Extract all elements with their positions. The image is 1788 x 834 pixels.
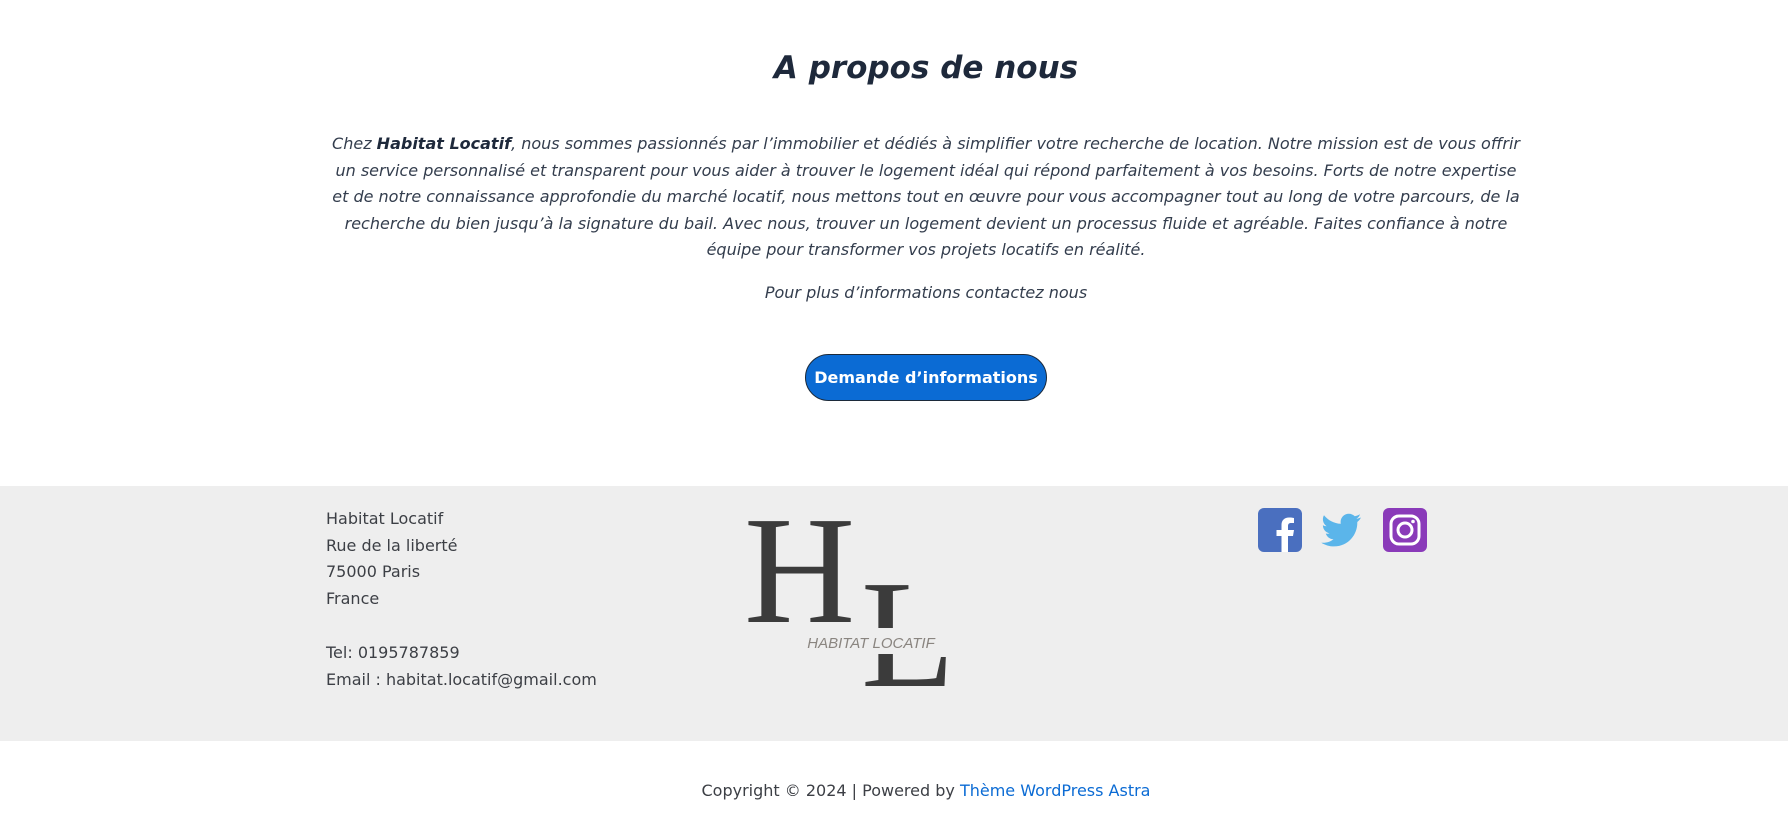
address-company: Habitat Locatif — [326, 509, 444, 528]
address-country: France — [326, 588, 380, 608]
footer-bottom-bar: Copyright © 2024 | Powered by Thème Word… — [0, 741, 1788, 834]
address-street: Rue de la liberté — [326, 535, 458, 555]
address-spacer — [326, 612, 597, 640]
page-title: A propos de nous — [773, 50, 1079, 86]
logo-monogram-l: L — [861, 550, 955, 690]
contact-line: Pour plus d’informations contactez nous — [764, 283, 1088, 302]
twitter-icon[interactable] — [1319, 508, 1363, 552]
address-phone: Tel: 0195787859 — [326, 643, 460, 662]
about-section: A propos de nous Chez Habitat Locatif, n… — [0, 0, 1788, 486]
habitat-locatif-logo: H L HABITAT LOCATIF — [748, 508, 955, 690]
astra-theme-link[interactable]: Thème WordPress Astra — [960, 781, 1151, 800]
intro-body: , nous sommes passionnés par l’immobilie… — [332, 134, 1520, 259]
copyright-text: Copyright © 2024 | Powered by — [701, 781, 960, 800]
copyright: Copyright © 2024 | Powered by Thème Word… — [0, 781, 1788, 800]
company-name: Habitat Locatif — [376, 134, 512, 153]
instagram-icon[interactable] — [1383, 508, 1427, 552]
information-request-button[interactable]: Demande d’informations — [805, 354, 1047, 401]
facebook-icon[interactable] — [1258, 508, 1302, 552]
footer-address: Habitat Locatif Rue de la liberté 75000 … — [326, 506, 597, 693]
footer-main: Habitat Locatif Rue de la liberté 75000 … — [0, 486, 1788, 741]
logo-tagline: HABITAT LOCATIF — [807, 635, 935, 652]
about-paragraph: Chez Habitat Locatif, nous sommes passio… — [325, 131, 1527, 264]
address-email: Email : habitat.locatif@gmail.com — [326, 669, 597, 689]
address-city: 75000 Paris — [326, 562, 421, 581]
intro-prefix: Chez — [332, 134, 377, 153]
